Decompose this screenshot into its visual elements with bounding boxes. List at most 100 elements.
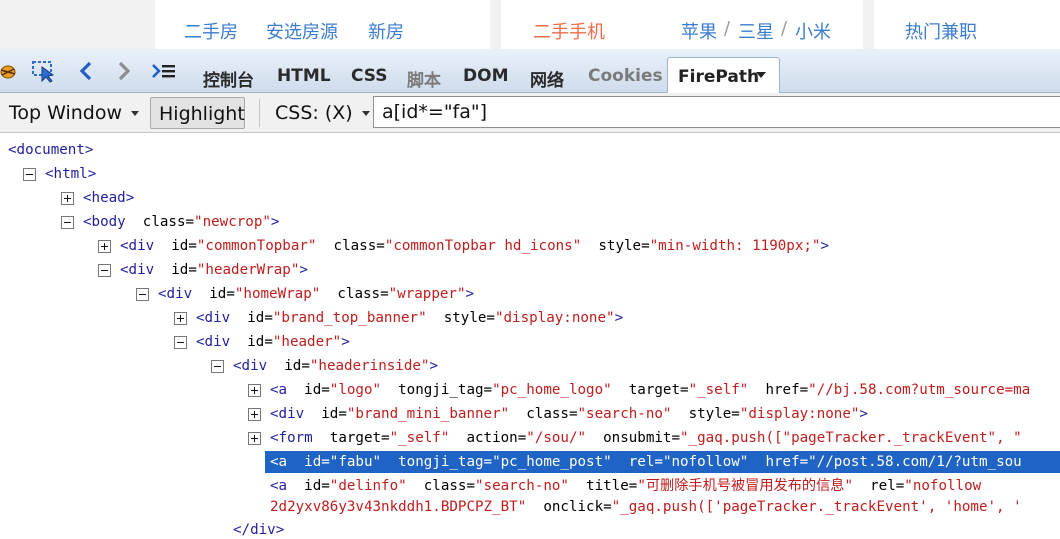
tab-console[interactable]: 控制台 <box>203 66 254 91</box>
tree-attribute-name: class= <box>320 286 389 302</box>
tree-attribute-name: onclick= <box>526 499 612 515</box>
tree-attribute-value: "commonTopbar hd_icons" <box>384 238 582 254</box>
expand-icon[interactable] <box>98 240 111 253</box>
tree-attribute-name: class= <box>316 238 385 254</box>
tab-network[interactable]: 网络 <box>530 66 564 91</box>
tree-attribute-name: target= <box>329 430 390 446</box>
css-query-input[interactable] <box>373 96 1060 128</box>
tree-row[interactable]: <div id="headerinside"> <box>211 355 439 377</box>
firebug-icon[interactable] <box>0 57 22 85</box>
collapse-icon[interactable] <box>211 360 224 373</box>
tree-tag: > <box>341 334 350 350</box>
tree-attribute-value: "_self" <box>688 382 749 398</box>
tree-attribute-value: "homeWrap" <box>234 286 321 302</box>
tree-attribute-name: title= <box>568 478 638 494</box>
tree-row[interactable]: <document> <box>8 139 93 161</box>
firepath-toolbar: Top Window Highlight CSS: (X) <box>0 93 1060 133</box>
tree-tag: <div <box>233 358 285 374</box>
tree-row[interactable]: <div id="brand_mini_banner" class="searc… <box>248 403 868 425</box>
tree-attribute-value: "_gaq.push(['pageTracker._trackEvent', '… <box>611 499 1022 515</box>
collapse-icon[interactable] <box>23 168 36 181</box>
tree-attribute-value: "header" <box>272 334 342 350</box>
tree-tag: > <box>270 214 280 230</box>
selector-type-select[interactable]: CSS: (X) <box>275 97 370 129</box>
tree-attribute-value: "logo" <box>329 382 382 398</box>
tree-tag: > <box>429 358 439 374</box>
expand-icon[interactable] <box>248 384 261 397</box>
tree-attribute-value: 2d2yxv86y3v43nkddh1.BDPCPZ_BT" <box>270 499 527 515</box>
tree-row[interactable]: <form target="_self" action="/sou/" onsu… <box>248 427 1022 449</box>
tree-attribute-value: "_gaq.push(["pageTracker._trackEvent", " <box>680 430 1022 446</box>
tree-row[interactable]: <a id="logo" tongji_tag="pc_home_logo" t… <box>248 379 1030 401</box>
tree-attribute-name: id= <box>171 262 197 278</box>
tree-attribute-value: "delinfo" <box>329 478 407 494</box>
tree-row[interactable]: <div id="homeWrap" class="wrapper"> <box>136 283 474 305</box>
highlight-button[interactable]: Highlight <box>150 97 245 129</box>
tree-tag: > <box>820 238 830 254</box>
tree-attribute-name: class= <box>406 478 476 494</box>
tree-attribute-name: rel= <box>853 478 905 494</box>
expand-icon[interactable] <box>248 408 261 421</box>
tree-attribute-name: id= <box>171 238 197 254</box>
tree-row[interactable]: <head> <box>61 187 135 209</box>
tree-row[interactable]: <div id="brand_top_banner" style="displa… <box>174 307 623 329</box>
forward-icon[interactable] <box>110 57 138 85</box>
site-link-used-phones[interactable]: 二手手机 <box>533 18 605 44</box>
tree-row[interactable]: <div id="headerWrap"> <box>98 259 308 281</box>
chevron-down-icon <box>361 111 370 116</box>
tree-tag: <head> <box>83 190 135 206</box>
collapse-icon[interactable] <box>174 336 187 349</box>
highlight-button-label: Highlight <box>159 103 245 125</box>
tree-attribute-value: "display:none" <box>739 406 860 422</box>
tab-css[interactable]: CSS <box>351 66 388 86</box>
tab-firepath[interactable]: FirePath <box>667 57 780 94</box>
tree-attribute-name: id= <box>284 358 310 374</box>
site-link-apple[interactable]: 苹果 <box>681 18 717 44</box>
tree-attribute-value: "headerWrap" <box>196 262 300 278</box>
tree-attribute-name: id= <box>304 382 330 398</box>
tab-script[interactable]: 脚本 <box>407 66 441 91</box>
tree-tag: <body <box>83 214 143 230</box>
site-link-xinfang[interactable]: 新房 <box>368 18 404 44</box>
tree-row[interactable]: <div id="header"> <box>174 331 350 353</box>
tree-row[interactable]: 2d2yxv86y3v43nkddh1.BDPCPZ_BT" onclick="… <box>270 496 1022 518</box>
tree-attribute-value: "min-width: 1190px;" <box>649 238 821 254</box>
tree-row[interactable]: <div id="commonTopbar" class="commonTopb… <box>98 235 830 257</box>
frame-select[interactable]: Top Window <box>9 97 140 129</box>
collapse-icon[interactable] <box>136 288 149 301</box>
tree-attribute-value: "_self" <box>389 430 450 446</box>
selector-type-label: CSS: (X) <box>275 102 353 124</box>
site-link-samsung[interactable]: 三星 <box>738 18 774 44</box>
site-category-box-housing: 二手房 安选房源 新房 <box>155 0 490 49</box>
tree-row[interactable]: <body class="newcrop"> <box>61 211 280 233</box>
tree-attribute-name: id= <box>321 406 347 422</box>
tree-attribute-name: onsubmit= <box>586 430 681 446</box>
tree-row[interactable]: </div> <box>233 519 284 539</box>
site-link-ershoufang[interactable]: 二手房 <box>184 18 238 44</box>
site-link-parttime-jobs[interactable]: 热门兼职 <box>905 18 977 44</box>
expand-icon[interactable] <box>61 192 74 205</box>
tree-row[interactable]: <html> <box>23 163 96 185</box>
tab-dom[interactable]: DOM <box>463 66 508 86</box>
expand-icon[interactable] <box>248 432 261 445</box>
chevron-down-icon <box>131 111 140 116</box>
tree-tag: > <box>859 406 868 422</box>
collapse-icon[interactable] <box>98 264 111 277</box>
firebug-tab-bar: 控制台 HTML CSS 脚本 DOM 网络 Cookies <box>0 49 1060 93</box>
inspect-icon[interactable] <box>30 57 58 85</box>
site-link-anxuan[interactable]: 安选房源 <box>266 18 338 44</box>
tree-tag: <form <box>270 430 330 446</box>
tree-attribute-value: "display:none" <box>494 310 615 326</box>
collapse-icon[interactable] <box>61 216 74 229</box>
tree-tag: <div <box>120 262 172 278</box>
html-tree-panel: <document> <html> <head> <body class="newcr… <box>0 134 1060 539</box>
tree-row[interactable]: <a id="delinfo" class="search-no" title=… <box>270 475 981 497</box>
command-line-icon[interactable] <box>150 57 178 85</box>
tree-row-selected[interactable]: <a id="fabu" tongji_tag="pc_home_post" r… <box>265 451 1060 473</box>
expand-icon[interactable] <box>174 312 187 325</box>
tree-attribute-value: "brand_mini_banner" <box>346 406 510 422</box>
tab-html[interactable]: HTML <box>277 66 331 86</box>
back-icon[interactable] <box>72 57 100 85</box>
tab-cookies[interactable]: Cookies <box>588 66 663 86</box>
site-link-xiaomi[interactable]: 小米 <box>795 18 831 44</box>
